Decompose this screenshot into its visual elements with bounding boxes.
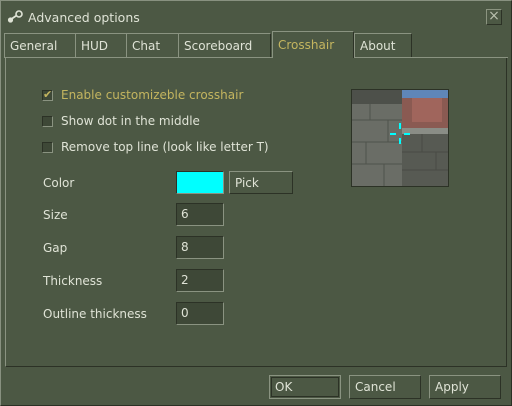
size-input[interactable]: 6: [176, 203, 224, 226]
color-swatch[interactable]: [176, 171, 224, 194]
tab-crosshair[interactable]: Crosshair: [272, 31, 354, 58]
color-label: Color: [43, 176, 75, 190]
outline-thickness-label: Outline thickness: [43, 307, 147, 321]
close-icon[interactable]: ×: [486, 9, 502, 25]
window-title: Advanced options: [28, 10, 140, 25]
gap-label: Gap: [43, 241, 68, 255]
tab-hud[interactable]: HUD: [75, 33, 127, 57]
gap-input[interactable]: 8: [176, 236, 224, 259]
steam-logo-icon: [7, 10, 23, 23]
show-dot-checkbox[interactable]: [42, 116, 53, 127]
enable-crosshair-label[interactable]: Enable customizeble crosshair: [61, 88, 243, 102]
tab-about[interactable]: About: [354, 33, 412, 57]
enable-crosshair-checkbox[interactable]: ✔: [42, 88, 53, 101]
size-label: Size: [43, 208, 68, 222]
outline-thickness-input[interactable]: 0: [176, 302, 224, 325]
checkmark-icon: ✔: [43, 88, 53, 101]
title-bar[interactable]: Advanced options ×: [1, 1, 511, 31]
show-dot-label[interactable]: Show dot in the middle: [61, 114, 200, 128]
tab-chat[interactable]: Chat: [126, 33, 179, 57]
thickness-input[interactable]: 2: [176, 269, 224, 292]
tab-scoreboard[interactable]: Scoreboard: [178, 33, 271, 57]
advanced-options-dialog: Advanced options × General HUD Chat Scor…: [0, 0, 512, 406]
remove-top-line-checkbox[interactable]: [42, 142, 53, 153]
tab-general[interactable]: General: [4, 33, 76, 57]
apply-button[interactable]: Apply: [429, 375, 501, 399]
crosshair-preview: [351, 89, 449, 187]
remove-top-line-label[interactable]: Remove top line (look like letter T): [61, 140, 269, 154]
thickness-label: Thickness: [43, 274, 103, 288]
pick-color-button[interactable]: Pick: [229, 171, 293, 194]
cancel-button[interactable]: Cancel: [349, 375, 421, 399]
ok-button[interactable]: OK: [269, 375, 341, 399]
